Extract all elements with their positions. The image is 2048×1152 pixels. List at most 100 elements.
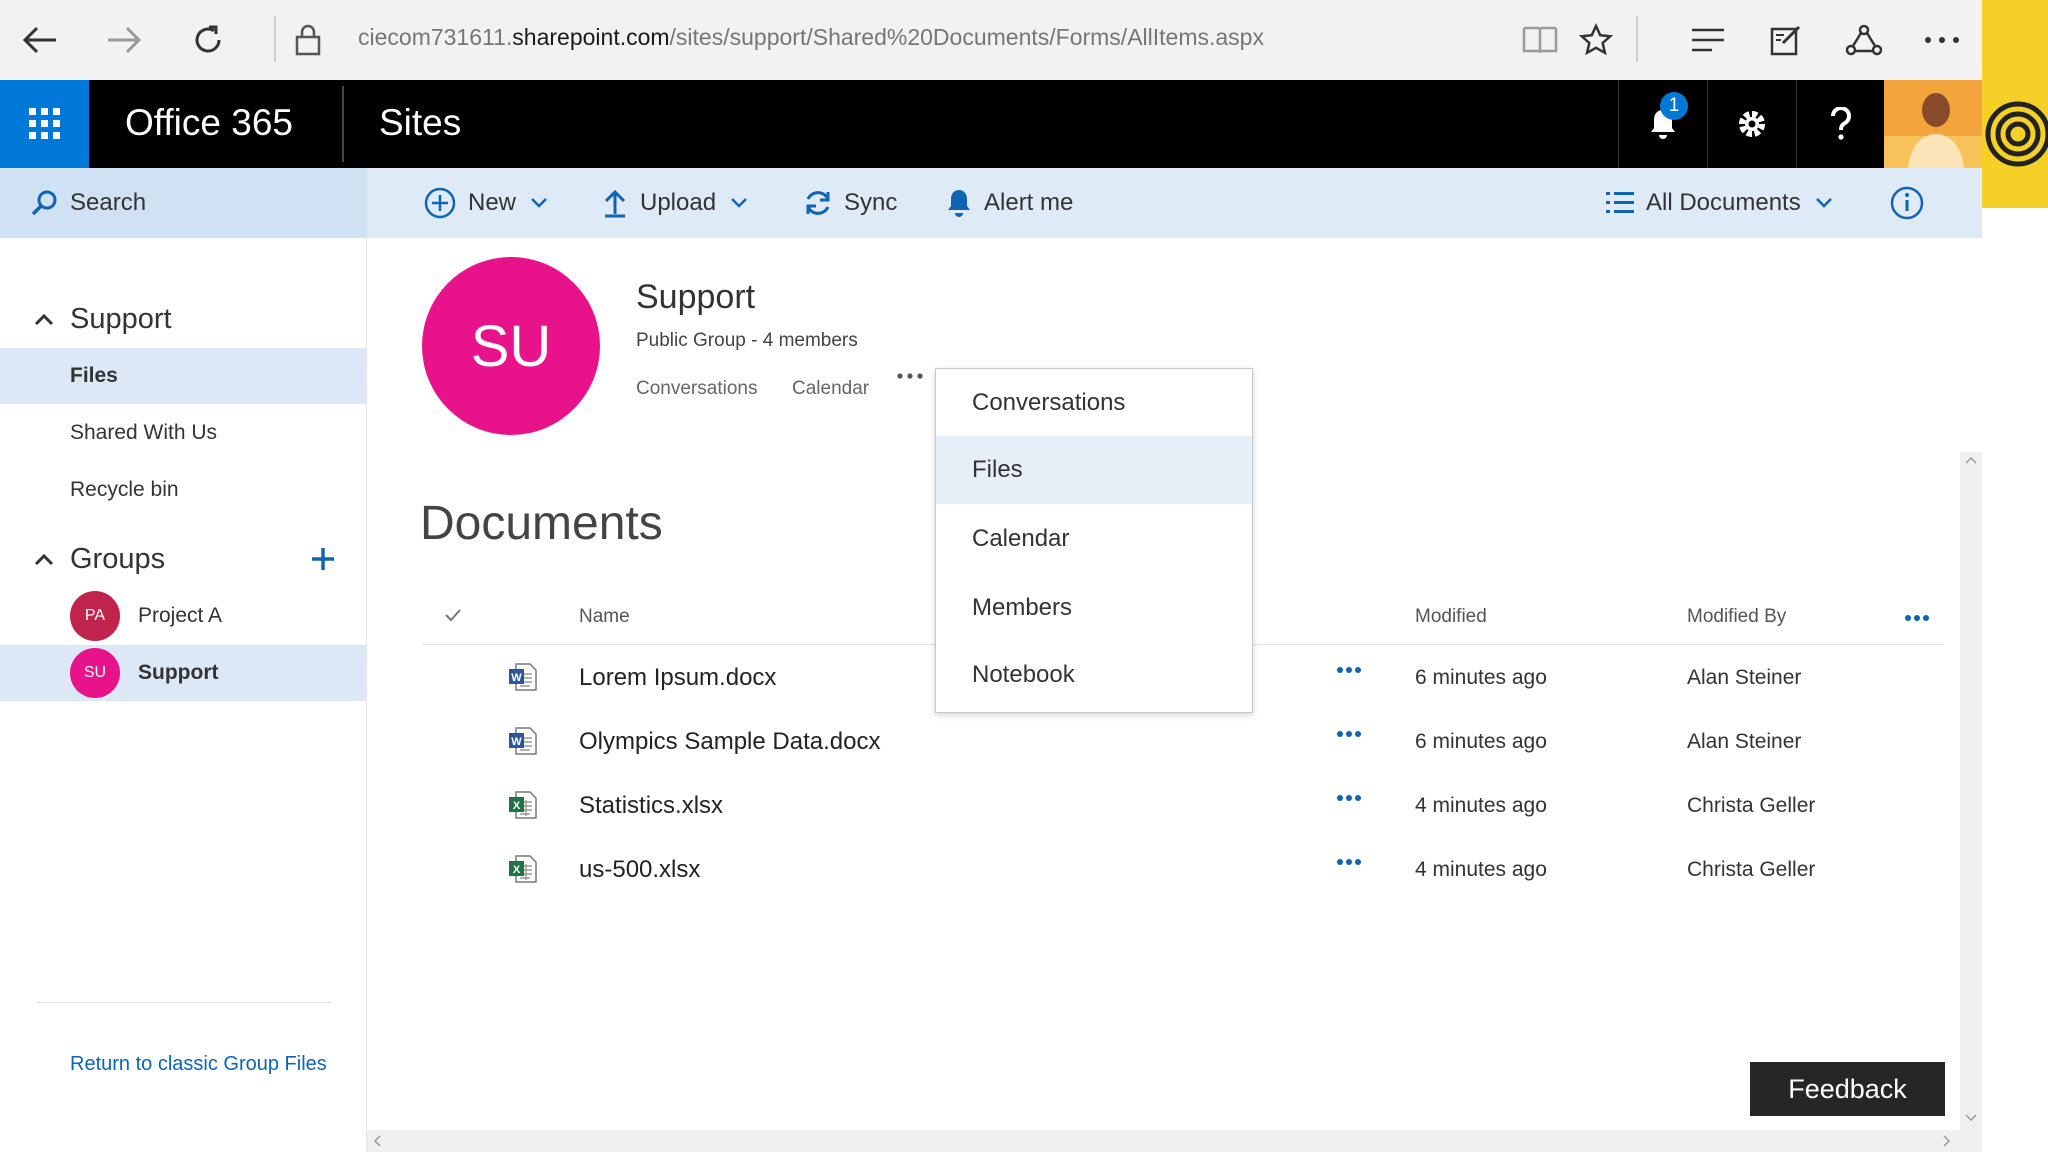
sync-button[interactable]: Sync (804, 168, 897, 238)
chevron-down-icon (530, 197, 560, 209)
hub-icon[interactable] (1682, 14, 1734, 66)
alert-me-button[interactable]: Alert me (946, 168, 1073, 238)
suite-divider (342, 86, 344, 162)
nav-item-files[interactable]: Files (0, 348, 366, 404)
reading-view-icon[interactable] (1514, 14, 1566, 66)
url-path: /sites/support/Shared%20Documents/Forms/… (669, 24, 1264, 50)
document-modified: 4 minutes ago (1415, 794, 1547, 817)
refresh-icon[interactable] (182, 14, 234, 66)
group-item-support[interactable]: SU Support (0, 645, 366, 701)
view-selector[interactable]: All Documents (1606, 168, 1845, 238)
view-label: All Documents (1646, 189, 1801, 216)
toolbar-divider (1636, 16, 1638, 62)
scroll-left-icon[interactable] (373, 1135, 381, 1147)
word-doc-icon: W (508, 726, 538, 756)
vertical-scrollbar[interactable] (1960, 452, 1982, 1132)
scroll-up-icon[interactable] (1965, 456, 1977, 464)
search-icon (30, 189, 70, 217)
dropdown-item-conversations[interactable]: Conversations (936, 369, 1252, 437)
add-group-icon[interactable] (310, 546, 336, 572)
svg-text:X: X (513, 800, 521, 812)
settings-gear-icon[interactable] (1707, 80, 1796, 168)
app-name[interactable]: Office 365 (125, 102, 293, 144)
web-note-icon[interactable] (1760, 14, 1812, 66)
column-header-modified[interactable]: Modified (1415, 606, 1487, 628)
chevron-down-icon (1815, 197, 1845, 209)
command-bar: Search New Upload Sync Alert me All Docu… (0, 168, 1982, 238)
upload-button[interactable]: Upload (602, 168, 760, 238)
document-row[interactable]: W Olympics Sample Data.docx 6 minutes ag… (422, 710, 1944, 774)
lock-icon (282, 14, 334, 66)
dropdown-item-files[interactable]: Files (936, 436, 1252, 504)
more-options-icon[interactable] (1916, 14, 1968, 66)
search-label: Search (70, 189, 147, 216)
document-name[interactable]: Olympics Sample Data.docx (579, 728, 880, 756)
column-options-icon[interactable] (1904, 614, 1930, 622)
help-icon[interactable] (1796, 80, 1885, 168)
document-row[interactable]: X Statistics.xlsx 4 minutes ago Christa … (422, 774, 1944, 838)
url-domain: sharepoint.com (512, 24, 670, 50)
scroll-down-icon[interactable] (1965, 1114, 1977, 1122)
dropdown-item-label: Members (972, 594, 1073, 621)
nav-item-recycle-bin[interactable]: Recycle bin (0, 462, 366, 518)
column-header-name[interactable]: Name (579, 606, 630, 628)
groups-nav-title: Groups (70, 542, 166, 575)
group-avatar-large: SU (422, 257, 600, 435)
left-navigation: Support Files Shared With Us Recycle bin… (0, 238, 367, 1152)
share-icon[interactable] (1838, 14, 1890, 66)
select-all-check-icon[interactable] (444, 608, 462, 622)
row-more-icon[interactable] (1336, 794, 1362, 802)
dropdown-item-notebook[interactable]: Notebook (936, 641, 1252, 709)
section-name[interactable]: Sites (379, 102, 461, 144)
nav-divider (36, 1002, 332, 1003)
document-name[interactable]: Lorem Ipsum.docx (579, 664, 776, 692)
address-bar[interactable]: ciecom731611.sharepoint.com/sites/suppor… (358, 24, 1264, 51)
upload-label: Upload (640, 189, 717, 216)
column-header-modified-by[interactable]: Modified By (1687, 606, 1786, 628)
document-row[interactable]: X us-500.xlsx 4 minutes ago Christa Gell… (422, 838, 1944, 902)
url-prefix: ciecom731611. (358, 24, 513, 50)
search-box[interactable]: Search (0, 168, 367, 238)
nav-item-label: Shared With Us (70, 421, 218, 444)
app-launcher-icon[interactable] (0, 80, 89, 168)
dropdown-item-members[interactable]: Members (936, 574, 1252, 642)
chevron-down-icon (730, 197, 760, 209)
document-name[interactable]: us-500.xlsx (579, 856, 700, 884)
info-icon[interactable] (1890, 168, 1936, 238)
feedback-button[interactable]: Feedback (1750, 1062, 1945, 1116)
side-decoration (1982, 0, 2048, 208)
scroll-right-icon[interactable] (1943, 1135, 1951, 1147)
group-link-calendar[interactable]: Calendar (792, 378, 869, 400)
new-button[interactable]: New (424, 168, 560, 238)
excel-doc-icon: X (508, 854, 538, 884)
row-more-icon[interactable] (1336, 666, 1362, 674)
document-modified-by[interactable]: Alan Steiner (1687, 730, 1801, 754)
dropdown-item-calendar[interactable]: Calendar (936, 505, 1252, 573)
suite-bar: Office 365 Sites (0, 80, 1982, 168)
back-icon[interactable] (14, 14, 66, 66)
document-modified-by[interactable]: Alan Steiner (1687, 666, 1801, 690)
notifications-bell-icon[interactable] (1618, 80, 1707, 168)
group-more-icon[interactable] (896, 372, 924, 380)
document-name[interactable]: Statistics.xlsx (579, 792, 723, 820)
horizontal-scrollbar[interactable] (367, 1130, 1982, 1152)
forward-icon[interactable] (98, 14, 150, 66)
group-item-project-a[interactable]: PA Project A (0, 588, 366, 644)
document-modified-by[interactable]: Christa Geller (1687, 858, 1815, 882)
bell-icon (946, 188, 984, 218)
user-avatar[interactable] (1884, 80, 1982, 168)
group-link-conversations[interactable]: Conversations (636, 378, 757, 400)
nav-item-shared-with-us[interactable]: Shared With Us (0, 405, 366, 461)
site-nav-header[interactable]: Support (0, 294, 366, 344)
row-more-icon[interactable] (1336, 730, 1362, 738)
return-to-classic-link[interactable]: Return to classic Group Files (70, 1052, 330, 1077)
document-modified: 6 minutes ago (1415, 666, 1547, 689)
document-modified-by[interactable]: Christa Geller (1687, 794, 1815, 818)
group-label: Project A (138, 604, 223, 627)
row-more-icon[interactable] (1336, 858, 1362, 866)
word-doc-icon: W (508, 662, 538, 692)
page-title: Documents (420, 497, 663, 550)
nav-item-label: Files (70, 364, 118, 387)
favorite-star-icon[interactable] (1570, 14, 1622, 66)
group-subtitle: Public Group - 4 members (636, 330, 858, 351)
